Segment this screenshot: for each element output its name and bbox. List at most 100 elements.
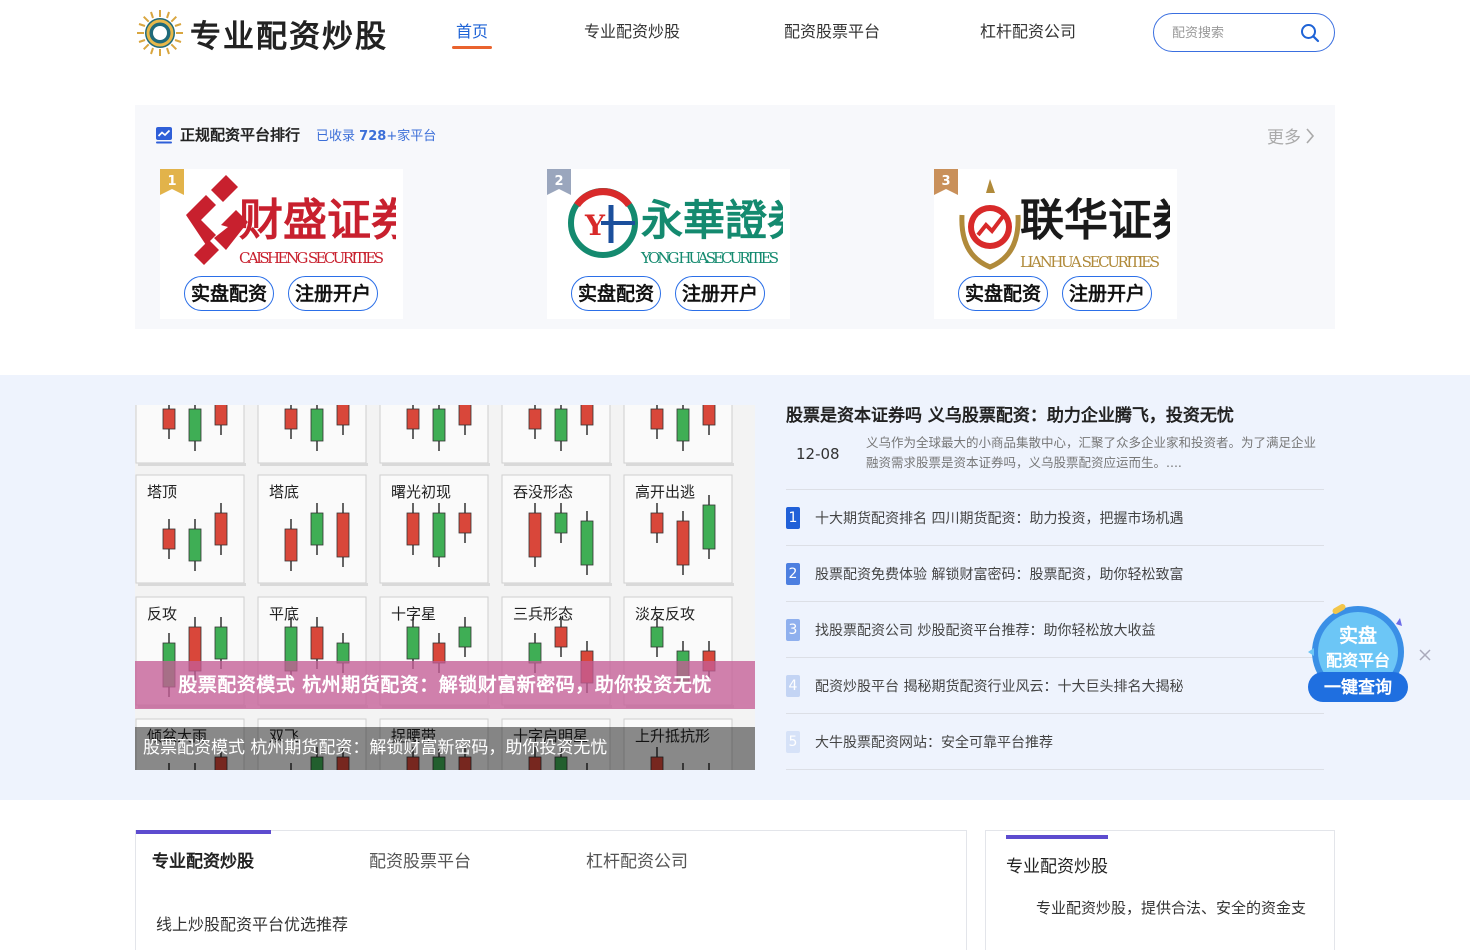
caisheng-logo[interactable]: 财盛证券 CAISHENG SECURITIES <box>176 175 396 273</box>
candle-body <box>310 408 324 442</box>
pattern-label: 吞没形态 <box>513 483 573 501</box>
tile-shadow <box>504 583 612 586</box>
ad-line2: 配资平台 <box>1326 651 1390 670</box>
close-icon[interactable] <box>1417 647 1433 663</box>
news-item-title: 配资炒股平台 揭秘期货配资行业风云：十大巨头排名大揭秘 <box>815 678 1184 695</box>
pattern-label: 淡友反攻 <box>635 605 695 623</box>
live-margin-button[interactable]: 实盘配资 <box>184 276 274 311</box>
lead-news-title[interactable]: 股票是资本证券吗 义乌股票配资：助力企业腾飞，投资无忧 <box>786 405 1324 431</box>
card-english: LIANHUA SECURITIES <box>1020 253 1160 271</box>
search-input[interactable] <box>1172 23 1292 43</box>
more-label: 更多 <box>1267 128 1301 148</box>
candle-body <box>214 626 228 660</box>
logo-text: 专业配资炒股 <box>190 18 388 55</box>
nav-margin-platform[interactable]: 配资股票平台 <box>755 0 951 66</box>
news-rank-number: 2 <box>786 562 800 585</box>
search-icon[interactable] <box>1300 23 1320 43</box>
pattern-label: 曙光初现 <box>391 483 451 501</box>
candle-body <box>554 512 568 534</box>
news-item-title: 找股票配资公司 炒股配资平台推荐：助你轻松放大收益 <box>815 622 1156 639</box>
chevron-right-icon <box>1306 127 1315 144</box>
candle-body <box>580 405 594 426</box>
news-list: 股票是资本证券吗 义乌股票配资：助力企业腾飞，投资无忧 12-08 义乌作为全球… <box>786 405 1324 770</box>
pattern-label: 塔底 <box>269 483 299 501</box>
candle-body <box>554 408 568 442</box>
svg-text:Y: Y <box>584 209 606 242</box>
tab-margin-platform[interactable]: 配资股票平台 <box>369 847 471 872</box>
live-margin-button[interactable]: 实盘配资 <box>571 276 661 311</box>
nav-home[interactable]: 首页 <box>430 0 514 66</box>
candle-body <box>432 408 446 442</box>
lead-news-date: 12-08 <box>796 445 840 463</box>
news-item[interactable]: 5 大牛股票配资网站：安全可靠平台推荐 <box>786 714 1324 770</box>
search-box <box>1153 13 1335 52</box>
candle-body <box>702 504 716 550</box>
news-item-title: 大牛股票配资网站：安全可靠平台推荐 <box>815 734 1053 751</box>
floating-query-ad[interactable]: 实盘 配资平台 一键查询 <box>1302 604 1414 706</box>
candle-body <box>702 405 716 426</box>
news-rank-number: 1 <box>786 506 800 529</box>
card-english: CAISHENG SECURITIES <box>239 249 384 267</box>
candle-body <box>284 528 298 562</box>
sidebar-intro: 专业配资炒股 专业配资炒股，提供合法、安全的资金支 <box>985 830 1335 950</box>
candlestick-patterns-image: 塔顶 塔底 曙光初现 吞没形态 高开出逃反攻 平底 十字星 三兵形态 淡友反攻倾盆大雨 双飞 捉腰带… <box>135 405 734 770</box>
site-logo[interactable]: 专业配资炒股 <box>136 8 398 58</box>
candle-body <box>676 520 690 566</box>
image-slider[interactable]: 塔顶 塔底 曙光初现 吞没形态 高开出逃 反攻 平底 十字星 三兵形态 淡友反攻 倾盆大雨 双飞 捉腰带… <box>135 405 755 770</box>
news-item[interactable]: 1 十大期货配资排名 四川期货配资：助力投资，把握市场机遇 <box>786 490 1324 546</box>
sidebar-text: 专业配资炒股，提供合法、安全的资金支 <box>1036 899 1307 917</box>
lianhua-logo[interactable]: 联华证券 LIANHUA SECURITIES <box>950 175 1170 273</box>
candle-body <box>554 626 568 648</box>
nav-pro-margin-trading[interactable]: 专业配资炒股 <box>514 0 755 66</box>
ranking-count: 已收录 728+家平台 <box>316 125 436 144</box>
news-rank-number: 3 <box>786 618 800 641</box>
pattern-label: 平底 <box>269 605 299 623</box>
tab-leverage-company[interactable]: 杠杆配资公司 <box>586 847 688 872</box>
register-button[interactable]: 注册开户 <box>675 276 765 311</box>
count-number: 728 <box>359 129 387 144</box>
candle-body <box>650 408 664 430</box>
tile-shadow <box>260 583 368 586</box>
candle-body <box>336 405 350 426</box>
article-link[interactable]: 线上炒股配资平台优选推荐 <box>156 911 348 935</box>
tab-pro-margin-trading[interactable]: 专业配资炒股 <box>152 847 254 872</box>
more-link[interactable]: 更多 <box>1267 123 1315 148</box>
pattern-label: 反攻 <box>147 605 177 623</box>
candle-body <box>214 512 228 546</box>
tile-shadow <box>138 583 246 586</box>
count-suffix: +家平台 <box>386 129 437 144</box>
ranking-header: 正规配资平台排行 已收录 728+家平台 <box>155 124 436 145</box>
register-button[interactable]: 注册开户 <box>288 276 378 311</box>
nav-leverage-company[interactable]: 杠杆配资公司 <box>951 0 1101 66</box>
register-button[interactable]: 注册开户 <box>1062 276 1152 311</box>
candle-body <box>432 512 446 558</box>
news-item[interactable]: 3 找股票配资公司 炒股配资平台推荐：助你轻松放大收益 <box>786 602 1324 658</box>
news-item[interactable]: 2 股票配资免费体验 解锁财富密码：股票配资，助你轻松致富 <box>786 546 1324 602</box>
candle-body <box>676 408 690 442</box>
news-item[interactable]: 4 配资炒股平台 揭秘期货配资行业风云：十大巨头排名大揭秘 <box>786 658 1324 714</box>
slider-caption[interactable]: 股票配资模式 杭州期货配资：解锁财富新密码，助你投资无忧 <box>135 727 755 770</box>
news-rank-number: 4 <box>786 674 800 697</box>
candle-body <box>528 642 542 664</box>
platform-card: 2 Y 永華證券 YONG HUASECURITIES 实盘配资 注册开户 <box>547 169 790 319</box>
featured-section: 塔顶 塔底 曙光初现 吞没形态 高开出逃 反攻 平底 十字星 三兵形态 淡友反攻 倾盆大雨 双飞 捉腰带… <box>0 375 1470 800</box>
candle-body <box>214 405 228 426</box>
yonghua-logo[interactable]: Y 永華證券 YONG HUASECURITIES <box>563 175 783 273</box>
candle-body <box>458 626 472 648</box>
candle-body <box>406 626 420 660</box>
candle-body <box>336 642 350 664</box>
tile-shadow <box>260 463 368 466</box>
candle-body <box>528 512 542 558</box>
candle-body <box>406 512 420 546</box>
pattern-label: 三兵形态 <box>513 605 573 623</box>
tile-shadow <box>382 583 490 586</box>
live-margin-button[interactable]: 实盘配资 <box>958 276 1048 311</box>
candle-body <box>310 512 324 546</box>
ranking-title: 正规配资平台排行 <box>180 126 301 144</box>
platform-card: 3 联华证券 LIANHUA SECURITIES 实盘配资 注册开户 <box>934 169 1177 319</box>
candle-body <box>580 520 594 566</box>
candle-body <box>310 626 324 660</box>
candle-body <box>162 408 176 430</box>
pattern-label: 十字星 <box>391 605 436 623</box>
tile-shadow <box>626 463 734 466</box>
